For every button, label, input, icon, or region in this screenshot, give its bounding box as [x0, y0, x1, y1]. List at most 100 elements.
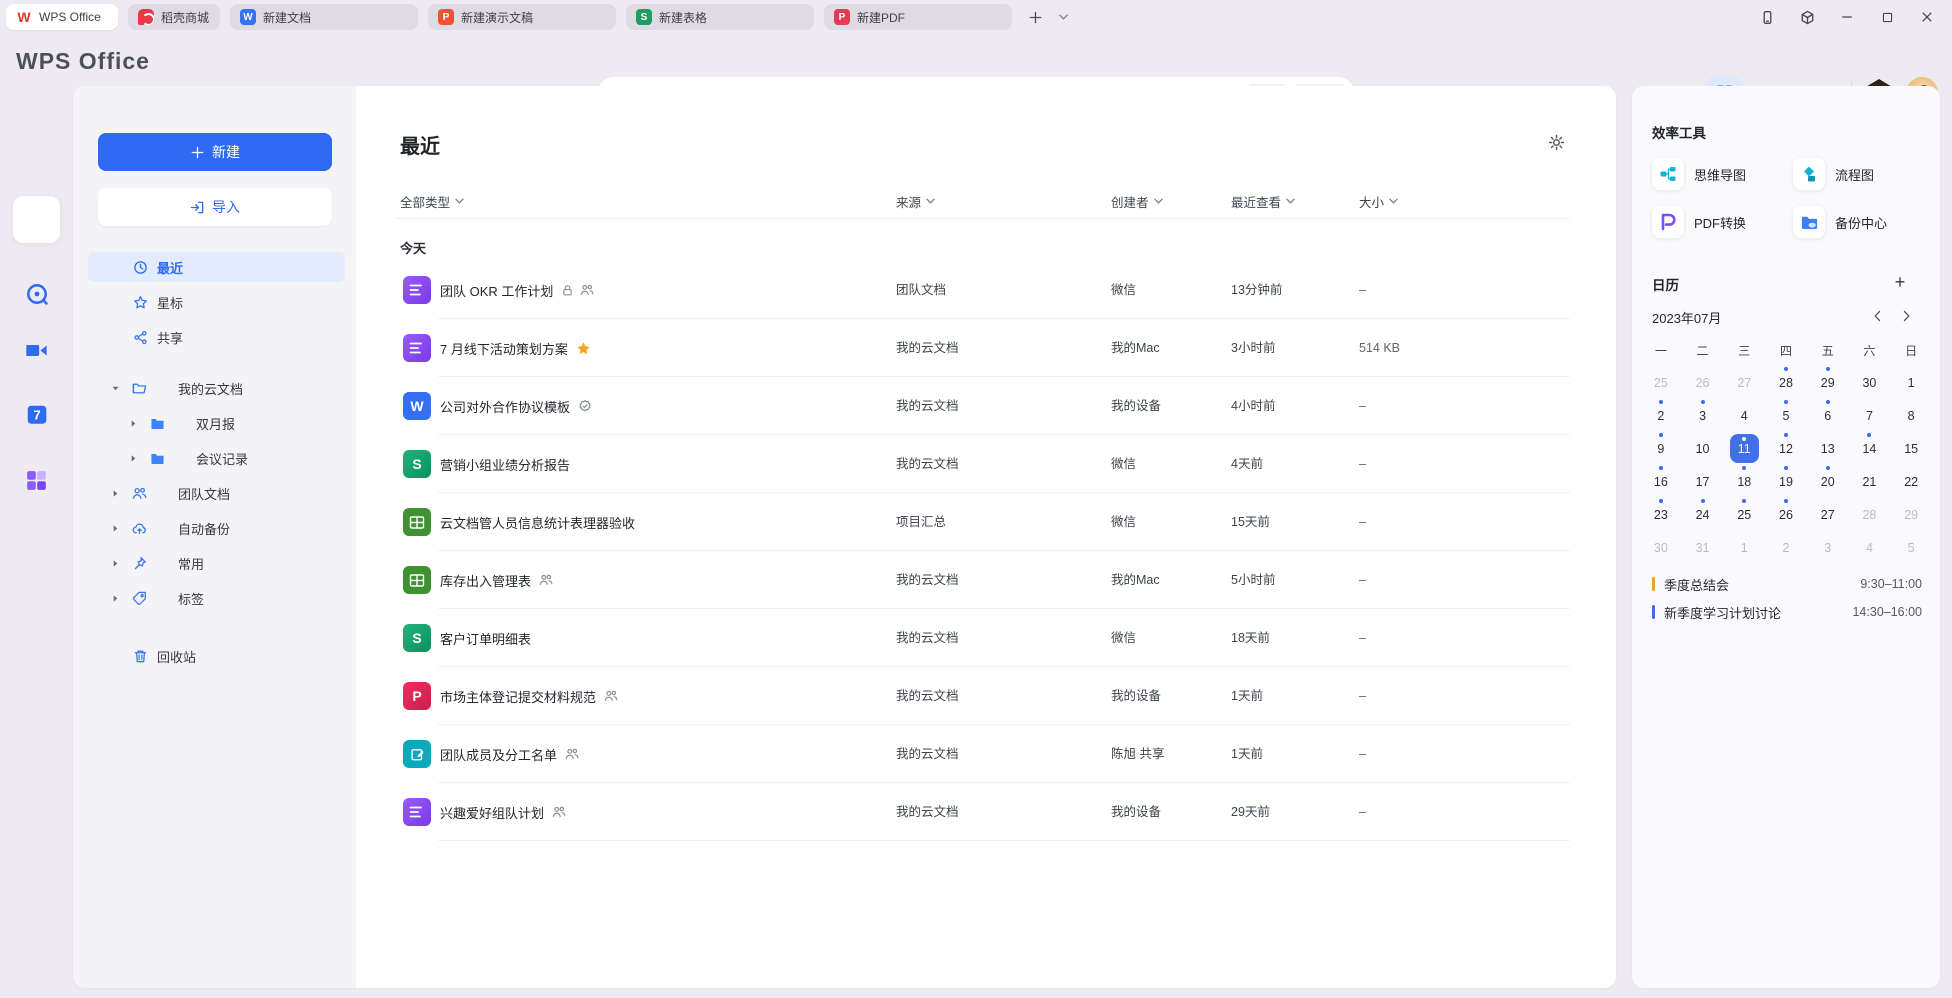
- caret-right-icon[interactable]: [128, 453, 138, 463]
- file-row[interactable]: 团队 OKR 工作计划团队文档微信13分钟前–: [356, 261, 1616, 319]
- calendar-day[interactable]: 17: [1682, 465, 1724, 498]
- calendar-day[interactable]: 19: [1765, 465, 1807, 498]
- tab-new-doc[interactable]: W新建文档: [230, 4, 418, 30]
- rail-item-meeting[interactable]: [13, 327, 60, 374]
- sidebar-tree-item-我的云文档[interactable]: 我的云文档: [88, 373, 345, 403]
- calendar-next-button[interactable]: [1896, 306, 1916, 326]
- caret-right-icon[interactable]: [128, 418, 138, 428]
- file-row[interactable]: 云文档管人员信息统计表理器验收项目汇总微信15天前–: [356, 493, 1616, 551]
- filter-最近查看[interactable]: 最近查看: [1231, 190, 1295, 212]
- maximize-button[interactable]: [1872, 4, 1902, 30]
- workbox-button[interactable]: [1792, 4, 1822, 30]
- calendar-day[interactable]: 2: [1765, 531, 1807, 564]
- tab-docer[interactable]: 稻壳商城: [128, 4, 220, 30]
- file-row[interactable]: P市场主体登记提交材料规范我的云文档我的设备1天前–: [356, 667, 1616, 725]
- new-document-button[interactable]: 新建: [98, 133, 332, 171]
- calendar-day[interactable]: 1: [1723, 531, 1765, 564]
- add-tab-button[interactable]: [1024, 6, 1046, 28]
- calendar-day[interactable]: 3: [1807, 531, 1849, 564]
- sidebar-tree-item-标签[interactable]: 标签: [88, 583, 345, 613]
- rail-item-calendar[interactable]: 7: [13, 390, 60, 437]
- calendar-day-selected[interactable]: 11: [1723, 432, 1765, 465]
- sidebar-item-最近[interactable]: 最近: [88, 252, 345, 282]
- sidebar-tree-item-团队文档[interactable]: 团队文档: [88, 478, 345, 508]
- calendar-day[interactable]: 9: [1640, 432, 1682, 465]
- tool-流程图[interactable]: 流程图: [1793, 158, 1923, 190]
- settings-gear-icon[interactable]: [1548, 134, 1565, 151]
- calendar-day[interactable]: 18: [1723, 465, 1765, 498]
- file-row[interactable]: 团队成员及分工名单我的云文档陈旭 共享1天前–: [356, 725, 1616, 783]
- tab-new-sheet[interactable]: S新建表格: [626, 4, 814, 30]
- file-row[interactable]: 兴趣爱好组队计划我的云文档我的设备29天前–: [356, 783, 1616, 841]
- link-device-button[interactable]: [1752, 4, 1782, 30]
- tab-list-chevron[interactable]: [1052, 6, 1074, 28]
- tab-wps-home[interactable]: WWPS Office: [6, 4, 118, 30]
- filter-大小[interactable]: 大小: [1359, 190, 1398, 212]
- calendar-day[interactable]: 13: [1807, 432, 1849, 465]
- calendar-day[interactable]: 4: [1849, 531, 1891, 564]
- import-button[interactable]: 导入: [98, 188, 332, 226]
- sidebar-tree-item-双月报[interactable]: 双月报: [88, 408, 345, 438]
- filter-来源[interactable]: 来源: [896, 190, 935, 212]
- sidebar-item-共享[interactable]: 共享: [88, 322, 345, 352]
- calendar-day[interactable]: 16: [1640, 465, 1682, 498]
- calendar-day[interactable]: 7: [1849, 399, 1891, 432]
- calendar-day[interactable]: 31: [1682, 531, 1724, 564]
- rail-item-messages[interactable]: [13, 270, 60, 317]
- tab-new-ppt[interactable]: P新建演示文稿: [428, 4, 616, 30]
- calendar-day[interactable]: 27: [1723, 366, 1765, 399]
- calendar-day[interactable]: 26: [1682, 366, 1724, 399]
- calendar-day[interactable]: 25: [1723, 498, 1765, 531]
- calendar-day[interactable]: 30: [1849, 366, 1891, 399]
- sidebar-tree-item-自动备份[interactable]: 自动备份: [88, 513, 345, 543]
- calendar-day[interactable]: 25: [1640, 366, 1682, 399]
- calendar-day[interactable]: 29: [1890, 498, 1932, 531]
- tool-备份中心[interactable]: 备份中心: [1793, 206, 1923, 238]
- calendar-day[interactable]: 12: [1765, 432, 1807, 465]
- caret-right-icon[interactable]: [110, 593, 120, 603]
- calendar-day[interactable]: 6: [1807, 399, 1849, 432]
- file-row[interactable]: S营销小组业绩分析报告我的云文档微信4天前–: [356, 435, 1616, 493]
- calendar-day[interactable]: 8: [1890, 399, 1932, 432]
- calendar-prev-button[interactable]: [1868, 306, 1888, 326]
- sidebar-item-星标[interactable]: 星标: [88, 287, 345, 317]
- caret-right-icon[interactable]: [110, 523, 120, 533]
- calendar-day[interactable]: 21: [1849, 465, 1891, 498]
- calendar-day[interactable]: 26: [1765, 498, 1807, 531]
- filter-创建者[interactable]: 创建者: [1111, 190, 1163, 212]
- calendar-day[interactable]: 14: [1849, 432, 1891, 465]
- calendar-day[interactable]: 24: [1682, 498, 1724, 531]
- calendar-day[interactable]: 23: [1640, 498, 1682, 531]
- calendar-day[interactable]: 2: [1640, 399, 1682, 432]
- calendar-day[interactable]: 22: [1890, 465, 1932, 498]
- tab-new-pdf[interactable]: P新建PDF: [824, 4, 1012, 30]
- calendar-day[interactable]: 28: [1849, 498, 1891, 531]
- calendar-day[interactable]: 1: [1890, 366, 1932, 399]
- calendar-day[interactable]: 28: [1765, 366, 1807, 399]
- calendar-day[interactable]: 4: [1723, 399, 1765, 432]
- add-event-button[interactable]: +: [1888, 270, 1912, 294]
- file-row[interactable]: W公司对外合作协议模板我的云文档我的设备4小时前–: [356, 377, 1616, 435]
- calendar-event[interactable]: 季度总结会9:30–11:00: [1652, 572, 1922, 596]
- sidebar-item-trash[interactable]: 回收站: [88, 641, 345, 671]
- file-row[interactable]: S客户订单明细表我的云文档微信18天前–: [356, 609, 1616, 667]
- sidebar-tree-item-会议记录[interactable]: 会议记录: [88, 443, 345, 473]
- sidebar-tree-item-常用[interactable]: 常用: [88, 548, 345, 578]
- calendar-day[interactable]: 5: [1890, 531, 1932, 564]
- file-row[interactable]: 7 月线下活动策划方案我的云文档我的Mac3小时前514 KB: [356, 319, 1616, 377]
- calendar-day[interactable]: 27: [1807, 498, 1849, 531]
- calendar-day[interactable]: 30: [1640, 531, 1682, 564]
- caret-down-icon[interactable]: [110, 383, 120, 393]
- file-row[interactable]: 库存出入管理表我的云文档我的Mac5小时前–: [356, 551, 1616, 609]
- caret-right-icon[interactable]: [110, 558, 120, 568]
- rail-item-documents[interactable]: [13, 196, 60, 243]
- rail-item-apps[interactable]: [13, 457, 60, 504]
- caret-right-icon[interactable]: [110, 488, 120, 498]
- tool-思维导图[interactable]: 思维导图: [1652, 158, 1782, 190]
- close-button[interactable]: [1912, 4, 1942, 30]
- filter-全部类型[interactable]: 全部类型: [400, 190, 464, 212]
- calendar-day[interactable]: 20: [1807, 465, 1849, 498]
- tool-PDF转换[interactable]: PDF转换: [1652, 206, 1782, 238]
- calendar-day[interactable]: 10: [1682, 432, 1724, 465]
- calendar-day[interactable]: 3: [1682, 399, 1724, 432]
